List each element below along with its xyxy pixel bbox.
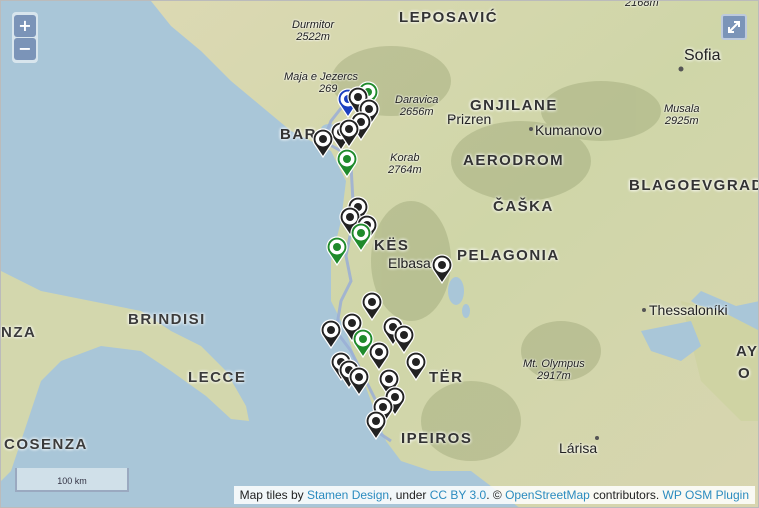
peak-elevation: 2656m — [399, 106, 434, 118]
map-pin-icon — [431, 254, 453, 284]
peak-name: Durmitor — [292, 19, 335, 31]
zoom-out-button[interactable]: − — [14, 38, 36, 60]
map-marker[interactable] — [320, 319, 342, 349]
zoom-in-button[interactable]: + — [14, 15, 36, 37]
peak-elevation: 2925m — [664, 115, 699, 127]
peak-label-top: 2168m — [625, 0, 659, 9]
expand-arrows-icon — [728, 21, 740, 33]
city-label-sofia: Sofia — [684, 47, 721, 64]
attribution: Map tiles by Stamen Design, under CC BY … — [233, 486, 755, 504]
map-marker[interactable] — [312, 128, 334, 158]
map-pin-icon — [368, 341, 390, 371]
region-label-brindisi: BRINDISI — [128, 311, 206, 328]
region-label-caska: ČAŠKA — [493, 198, 554, 215]
city-label-thessaloniki: Thessaloníki — [649, 302, 728, 318]
region-label-o: O — [738, 365, 752, 382]
map-marker[interactable] — [338, 118, 360, 148]
map-marker[interactable] — [368, 341, 390, 371]
map-pin-icon — [320, 319, 342, 349]
map-pin-icon — [361, 291, 383, 321]
map-pin-icon — [405, 351, 427, 381]
map-marker[interactable] — [326, 236, 348, 266]
attribution-text: , under — [389, 488, 430, 502]
region-label-kes: KËS — [374, 237, 410, 254]
scale-bar: 100 km — [15, 468, 129, 492]
osm-link[interactable]: OpenStreetMap — [505, 488, 590, 502]
region-label-pelagonia: PELAGONIA — [457, 247, 560, 264]
map-marker[interactable] — [393, 324, 415, 354]
peak-name: Korab — [390, 152, 420, 164]
peak-elevation: 2917m — [537, 370, 571, 382]
map-marker[interactable] — [336, 148, 358, 178]
map-pin-icon — [326, 236, 348, 266]
peak-label-durmitor: Durmitor 2522m — [292, 19, 334, 43]
region-label-ipeiros: IPEIROS — [401, 430, 473, 447]
peak-label-korab: Korab 2764m — [388, 152, 422, 176]
map-marker[interactable] — [361, 291, 383, 321]
map-pin-icon — [393, 324, 415, 354]
map-pin-icon — [365, 410, 387, 440]
map-pin-icon — [312, 128, 334, 158]
attribution-text: contributors. — [589, 488, 660, 502]
city-label-kumanovo: Kumanovo — [535, 122, 602, 138]
peak-label-musala: Musala 2925m — [664, 103, 699, 127]
region-label-cosenza: COSENZA — [4, 436, 88, 453]
map-pin-icon — [338, 118, 360, 148]
map-marker[interactable] — [405, 351, 427, 381]
map-pin-icon — [336, 148, 358, 178]
region-label-nza: NZA — [1, 324, 37, 341]
peak-elevation: 2522m — [296, 31, 330, 43]
map-marker[interactable] — [365, 410, 387, 440]
peak-name: Maja e Jezercs — [284, 71, 358, 83]
attribution-text: Map tiles by — [239, 488, 307, 502]
map-pin-icon — [348, 366, 370, 396]
peak-elevation: 2764m — [388, 164, 422, 176]
region-label-leposavic: LEPOSAVIĆ — [399, 9, 499, 26]
zoom-control: + − — [12, 12, 38, 63]
peak-name: Musala — [664, 103, 700, 115]
peak-name: Mt. Olympus — [523, 358, 585, 370]
license-link[interactable]: CC BY 3.0 — [430, 488, 486, 502]
peak-elevation: 2168m — [625, 0, 659, 9]
city-label-prizren: Prizren — [447, 111, 492, 127]
region-label-aerodrom: AERODROM — [463, 152, 565, 169]
map-viewport[interactable]: LEPOSAVIĆ GNJILANE AERODROM ČAŠKA PELAGO… — [0, 0, 759, 508]
attribution-text: . © — [486, 488, 506, 502]
region-label-blagoevgrad: BLAGOEVGRAD — [629, 177, 759, 194]
map-pin-icon — [350, 222, 372, 252]
map-marker[interactable] — [350, 222, 372, 252]
peak-label-olympus: Mt. Olympus 2917m — [523, 358, 585, 382]
region-label-lecce: LECCE — [188, 369, 247, 386]
map-marker[interactable] — [348, 366, 370, 396]
region-label-ay: AY — [736, 343, 759, 360]
stamen-link[interactable]: Stamen Design — [307, 488, 389, 502]
peak-label-daravica: Daravica 2656m — [395, 94, 438, 118]
plugin-link[interactable]: WP OSM Plugin — [663, 488, 749, 502]
map-marker[interactable] — [431, 254, 453, 284]
fullscreen-button[interactable] — [721, 14, 747, 40]
city-label-larisa: Lárisa — [559, 440, 598, 456]
peak-name: Daravica — [395, 94, 439, 106]
region-label-ter: TËR — [429, 369, 464, 386]
